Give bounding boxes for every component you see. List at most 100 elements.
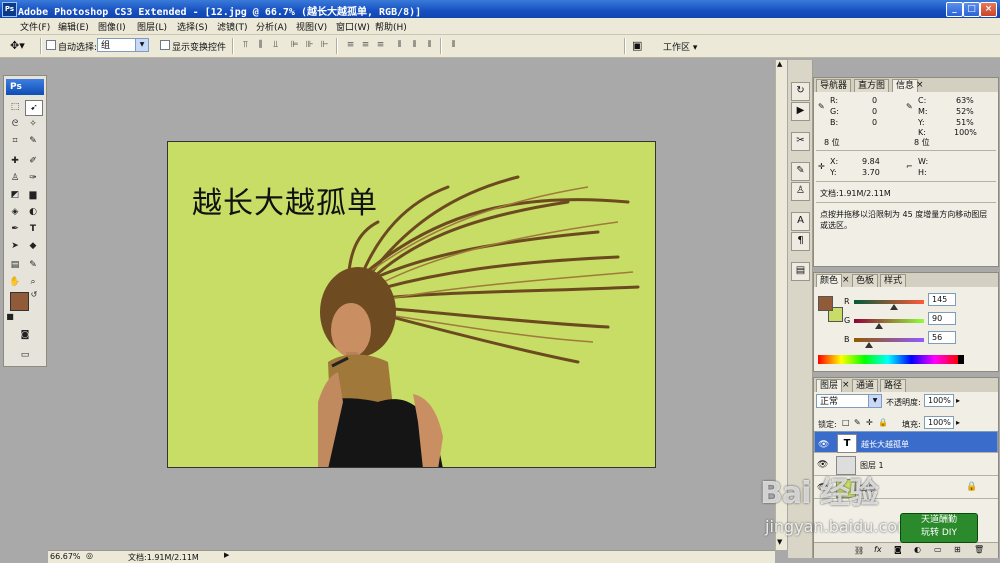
g-value-field[interactable]: 90: [928, 312, 956, 325]
b-slider-thumb[interactable]: [865, 342, 874, 348]
tab-info[interactable]: 信息: [892, 79, 919, 92]
history-icon[interactable]: ↻: [791, 82, 810, 101]
auto-align-icon[interactable]: ⫴: [448, 40, 459, 50]
link-layers-icon[interactable]: ⛓: [854, 546, 864, 555]
brush-tool-icon[interactable]: ✐: [25, 154, 41, 168]
scroll-up-icon[interactable]: ▲: [777, 60, 782, 68]
r-slider-thumb[interactable]: [889, 304, 898, 310]
minimize-button[interactable]: _: [946, 2, 963, 17]
tool-presets-icon[interactable]: ✂: [791, 132, 810, 151]
actions-icon[interactable]: ▶: [791, 102, 810, 121]
lasso-tool-icon[interactable]: ᘓ: [7, 117, 23, 131]
adjustment-layer-icon[interactable]: ◐: [914, 545, 921, 554]
align-left-icon[interactable]: ⊫: [289, 40, 300, 50]
maximize-button[interactable]: □: [963, 2, 980, 17]
distribute-right-icon[interactable]: ⦀: [424, 40, 435, 50]
menu-select[interactable]: 选择(S): [177, 20, 208, 33]
g-slider[interactable]: [854, 319, 924, 323]
fill-arrow-icon[interactable]: ▸: [956, 418, 960, 427]
b-value-field[interactable]: 56: [928, 331, 956, 344]
eraser-tool-icon[interactable]: ◩: [7, 188, 23, 202]
tab-histogram[interactable]: 直方图: [854, 79, 890, 92]
distribute-top-icon[interactable]: ≡: [345, 40, 356, 50]
opacity-arrow-icon[interactable]: ▸: [956, 396, 960, 405]
tab-paths[interactable]: 路径: [880, 379, 907, 392]
menu-layer[interactable]: 图层(L): [137, 20, 167, 33]
close-tab-icon[interactable]: ×: [842, 380, 850, 390]
menu-filter[interactable]: 滤镜(T): [217, 20, 248, 33]
shape-tool-icon[interactable]: ◆: [25, 239, 41, 253]
distribute-bottom-icon[interactable]: ≡: [375, 40, 386, 50]
tab-swatches[interactable]: 色板: [852, 274, 879, 287]
character-icon[interactable]: A: [791, 212, 810, 231]
align-vcenter-icon[interactable]: ⫼: [255, 40, 266, 50]
lock-position-icon[interactable]: ✛: [866, 418, 873, 427]
color-fg-swatch[interactable]: [818, 296, 833, 311]
swap-colors-icon[interactable]: ↺: [29, 288, 39, 302]
blend-mode-dropdown[interactable]: 正常 ▼: [816, 394, 882, 408]
dodge-tool-icon[interactable]: ◐: [25, 205, 41, 219]
lock-all-icon[interactable]: 🔒: [878, 418, 888, 427]
menu-edit[interactable]: 编辑(E): [58, 20, 89, 33]
workspace-button[interactable]: 工作区 ▾: [663, 40, 697, 53]
tab-color[interactable]: 颜色: [816, 274, 843, 287]
crop-tool-icon[interactable]: ⌗: [7, 134, 23, 148]
history-brush-icon[interactable]: ✑: [25, 171, 41, 185]
type-tool-icon[interactable]: T: [25, 222, 41, 236]
layer-style-icon[interactable]: fx: [874, 545, 882, 554]
zoom-level[interactable]: 66.67%: [50, 552, 81, 561]
move-tool-icon[interactable]: ➹: [25, 100, 43, 116]
clone-stamp-icon[interactable]: ♙: [7, 171, 23, 185]
trash-icon[interactable]: 🗑: [974, 545, 984, 554]
menu-view[interactable]: 视图(V): [296, 20, 327, 33]
document-canvas[interactable]: 越长大越孤单: [167, 141, 656, 468]
close-tab-icon[interactable]: ×: [916, 80, 924, 90]
lock-image-icon[interactable]: ✎: [854, 418, 861, 427]
opacity-field[interactable]: 100%: [924, 394, 954, 407]
distribute-vcenter-icon[interactable]: ≡: [360, 40, 371, 50]
gradient-tool-icon[interactable]: ▆: [25, 188, 41, 202]
magic-wand-icon[interactable]: ✧: [25, 117, 41, 131]
tab-layers[interactable]: 图层: [816, 379, 843, 392]
status-menu-arrow-icon[interactable]: ▶: [224, 551, 229, 559]
scroll-down-icon[interactable]: ▼: [777, 538, 782, 546]
distribute-left-icon[interactable]: ⦀: [394, 40, 405, 50]
bridge-icon[interactable]: ▣: [632, 39, 642, 52]
align-hcenter-icon[interactable]: ⊪: [304, 40, 315, 50]
foreground-color-swatch[interactable]: [10, 292, 29, 311]
align-top-icon[interactable]: ⫪: [240, 40, 251, 50]
close-button[interactable]: ×: [980, 2, 997, 17]
color-ramp-black[interactable]: [958, 355, 964, 364]
r-value-field[interactable]: 145: [928, 293, 956, 306]
eyedropper-icon[interactable]: ✎: [25, 258, 41, 272]
tab-navigator[interactable]: 导航器: [816, 79, 852, 92]
close-tab-icon[interactable]: ×: [842, 275, 850, 285]
marquee-tool-icon[interactable]: ⬚: [7, 100, 23, 114]
menu-image[interactable]: 图像(I): [98, 20, 126, 33]
move-tool-icon[interactable]: ✥▾: [10, 39, 25, 52]
align-right-icon[interactable]: ⊩: [319, 40, 330, 50]
g-slider-thumb[interactable]: [874, 323, 883, 329]
slice-tool-icon[interactable]: ✎: [25, 134, 41, 148]
path-select-icon[interactable]: ➤: [7, 239, 23, 253]
tab-channels[interactable]: 通道: [852, 379, 879, 392]
layer-row[interactable]: 👁 T 越长大越孤单: [814, 431, 998, 453]
show-transform-checkbox[interactable]: [160, 40, 170, 51]
menu-help[interactable]: 帮助(H): [375, 20, 407, 33]
app-icon[interactable]: Ps: [2, 2, 17, 17]
new-group-icon[interactable]: ▭: [934, 545, 942, 554]
tab-styles[interactable]: 样式: [880, 274, 907, 287]
notes-tool-icon[interactable]: ▤: [7, 258, 23, 272]
fill-field[interactable]: 100%: [924, 416, 954, 429]
brushes-icon[interactable]: ✎: [791, 162, 810, 181]
color-ramp[interactable]: [818, 355, 958, 364]
lock-transparent-icon[interactable]: □: [842, 418, 850, 427]
layer-mask-icon[interactable]: ◙: [894, 545, 902, 554]
auto-select-dropdown[interactable]: 组 ▼: [97, 38, 149, 52]
pen-tool-icon[interactable]: ✒: [7, 222, 23, 236]
align-bottom-icon[interactable]: ⫫: [270, 40, 281, 50]
paragraph-icon[interactable]: ¶: [791, 232, 810, 251]
blur-tool-icon[interactable]: ◈: [7, 205, 23, 219]
healing-brush-icon[interactable]: ✚: [7, 154, 23, 168]
new-layer-icon[interactable]: ⊞: [954, 545, 961, 554]
